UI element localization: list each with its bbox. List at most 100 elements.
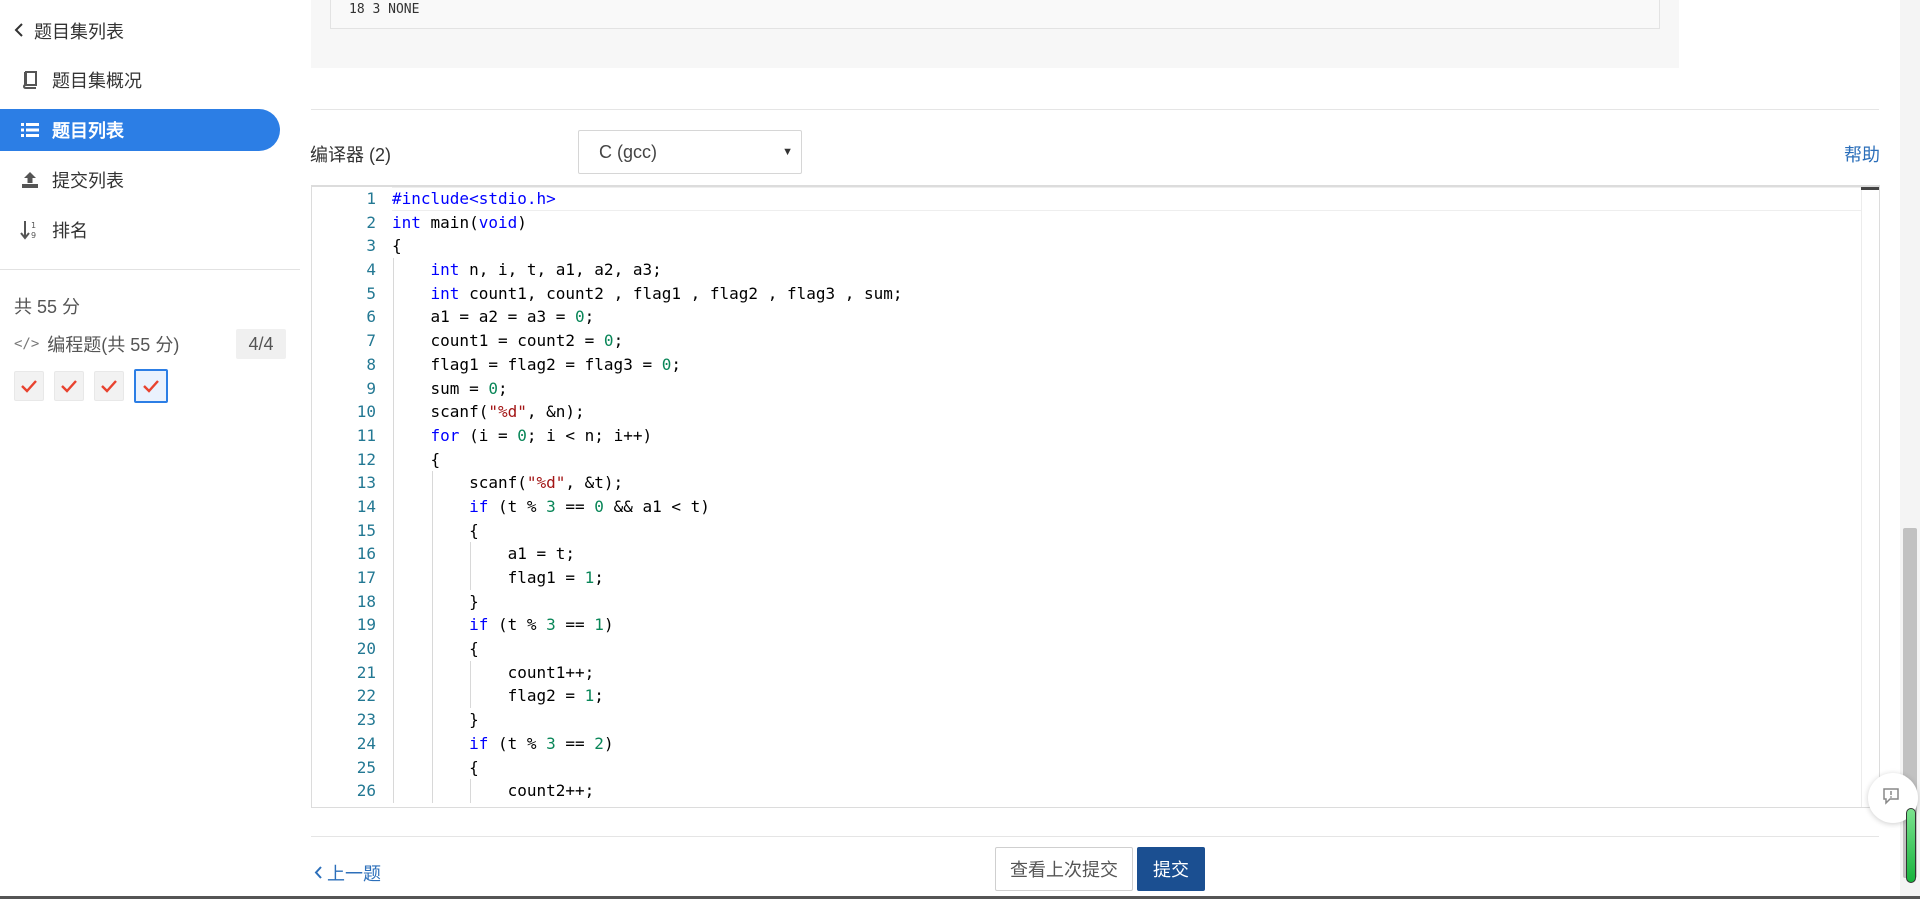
code-editor[interactable]: 1 2 3 4 5 6 7 8 9 10 11 12 13 14 15 16 17 18 19 20 21 22 23 24 2… [311, 185, 1880, 808]
svg-text:1: 1 [31, 221, 36, 230]
code-line[interactable]: int n, i, t, a1, a2, a3; [392, 258, 1861, 282]
caret-down-icon: ▼ [782, 146, 793, 158]
indent-guide [393, 352, 394, 377]
code-line[interactable]: a1 = t; [392, 542, 1861, 566]
code-line[interactable]: } [392, 708, 1861, 732]
code-line[interactable]: flag2 = 1; [392, 684, 1861, 709]
code-line[interactable]: scanf("%d", &n); [392, 400, 1861, 424]
chevron-left-icon [314, 863, 323, 884]
indent-guide [431, 471, 433, 495]
line-number: 16 [356, 544, 376, 564]
code-line[interactable]: { [392, 234, 1861, 258]
line-number: 18 [356, 591, 376, 611]
sidebar-divider [0, 269, 300, 270]
indent-guide [393, 731, 394, 756]
indent-guide [431, 542, 433, 566]
submit-button[interactable]: 提交 [1137, 847, 1205, 891]
prev-problem-link[interactable]: 上一题 [314, 860, 381, 886]
code-icon: </> [14, 336, 40, 352]
indent-guide [393, 447, 394, 472]
compiler-label: 编译器 (2) [310, 145, 391, 165]
code-line[interactable]: sum = 0; [392, 376, 1861, 401]
code-line[interactable]: { [392, 447, 1861, 472]
code-line[interactable]: flag1 = flag2 = flag3 = 0; [392, 352, 1861, 377]
indent-guide [431, 613, 433, 638]
indent-guide [393, 589, 394, 614]
check-icon [21, 380, 37, 393]
compiler-select[interactable]: C (gcc) ▼ [578, 130, 802, 174]
code-line[interactable]: scanf("%d", &t); [392, 471, 1861, 495]
code-line[interactable]: a1 = a2 = a3 = 0; [392, 305, 1861, 330]
indent-guide [393, 423, 394, 448]
help-link[interactable]: 帮助 [1844, 141, 1880, 167]
code-line[interactable]: count2++; [392, 779, 1861, 803]
back-to-problem-sets[interactable]: 题目集列表 [14, 18, 124, 44]
indent-guide [393, 542, 394, 566]
sort-numeric-icon: 19 [20, 220, 40, 240]
indent-guide [393, 779, 394, 803]
line-number: 11 [356, 425, 376, 445]
line-number: 9 [366, 378, 376, 398]
sidebar-item-submissions[interactable]: 提交列表 [0, 159, 280, 201]
indent-guide [431, 494, 433, 519]
indent-guide [393, 660, 394, 685]
sidebar-item-label: 题目集概况 [52, 71, 142, 91]
line-number: 26 [356, 781, 376, 801]
line-number: 22 [356, 686, 376, 706]
indent-guide [431, 518, 433, 543]
indent-guide [393, 566, 394, 590]
code-line[interactable]: int main(void) [392, 211, 1861, 235]
code-line[interactable]: if (t % 3 == 2) [392, 731, 1861, 756]
editor-scrollbar[interactable] [1861, 187, 1879, 807]
code-line[interactable]: #include<stdio.h> [392, 187, 1861, 211]
problem-status-item-current[interactable] [134, 369, 168, 403]
editor-scrollbar-thumb[interactable] [1861, 187, 1879, 190]
upload-icon [20, 170, 40, 190]
indent-guide [393, 471, 394, 495]
view-last-submission-button[interactable]: 查看上次提交 [995, 847, 1133, 891]
problem-status-item[interactable] [94, 371, 124, 401]
indent-guide [470, 684, 472, 709]
code-area[interactable]: #include<stdio.h> int main(void){ int n, … [392, 187, 1861, 807]
indent-guide [431, 660, 433, 685]
problem-status-item[interactable] [54, 371, 84, 401]
indent-guide [393, 376, 394, 401]
compiler-selected-value: C (gcc) [599, 141, 657, 162]
check-icon [61, 380, 77, 393]
section-programming[interactable]: </> 编程题(共 55 分) 4/4 [14, 329, 286, 359]
indent-guide [393, 613, 394, 638]
indent-guide [470, 779, 472, 803]
code-line[interactable]: count1 = count2 = 0; [392, 329, 1861, 353]
line-number: 8 [366, 354, 376, 374]
code-line[interactable]: int count1, count2 , flag1 , flag2 , fla… [392, 281, 1861, 306]
indent-guide [431, 637, 433, 661]
sidebar-item-problems[interactable]: 题目列表 [0, 109, 280, 151]
line-number: 14 [356, 496, 376, 516]
code-line[interactable]: { [392, 637, 1861, 661]
status-indicator-bar [1906, 808, 1916, 883]
indent-guide [393, 684, 394, 709]
code-line[interactable]: } [392, 589, 1861, 614]
sidebar-item-label: 提交列表 [52, 171, 124, 191]
indent-guide [393, 637, 394, 661]
code-line[interactable]: for (i = 0; i < n; i++) [392, 423, 1861, 448]
problem-status-item[interactable] [14, 371, 44, 401]
prev-label: 上一题 [327, 864, 381, 884]
indent-guide [393, 329, 394, 353]
line-number: 10 [356, 402, 376, 422]
score-total: 共 55 分 [14, 297, 81, 317]
code-line[interactable]: { [392, 518, 1861, 543]
sidebar-item-overview[interactable]: 题目集概况 [0, 59, 280, 101]
sample-output-panel: 18 3 NONE [311, 0, 1679, 68]
line-number: 12 [356, 449, 376, 469]
line-number: 23 [356, 710, 376, 730]
code-line[interactable]: { [392, 755, 1861, 780]
line-number: 21 [356, 662, 376, 682]
sidebar-item-ranking[interactable]: 19 排名 [0, 209, 280, 251]
code-line[interactable]: flag1 = 1; [392, 566, 1861, 590]
page-scrollbar[interactable] [1900, 0, 1920, 899]
code-line[interactable]: if (t % 3 == 0 && a1 < t) [392, 494, 1861, 519]
code-line[interactable]: count1++; [392, 660, 1861, 685]
indent-guide [470, 542, 472, 566]
code-line[interactable]: if (t % 3 == 1) [392, 613, 1861, 638]
